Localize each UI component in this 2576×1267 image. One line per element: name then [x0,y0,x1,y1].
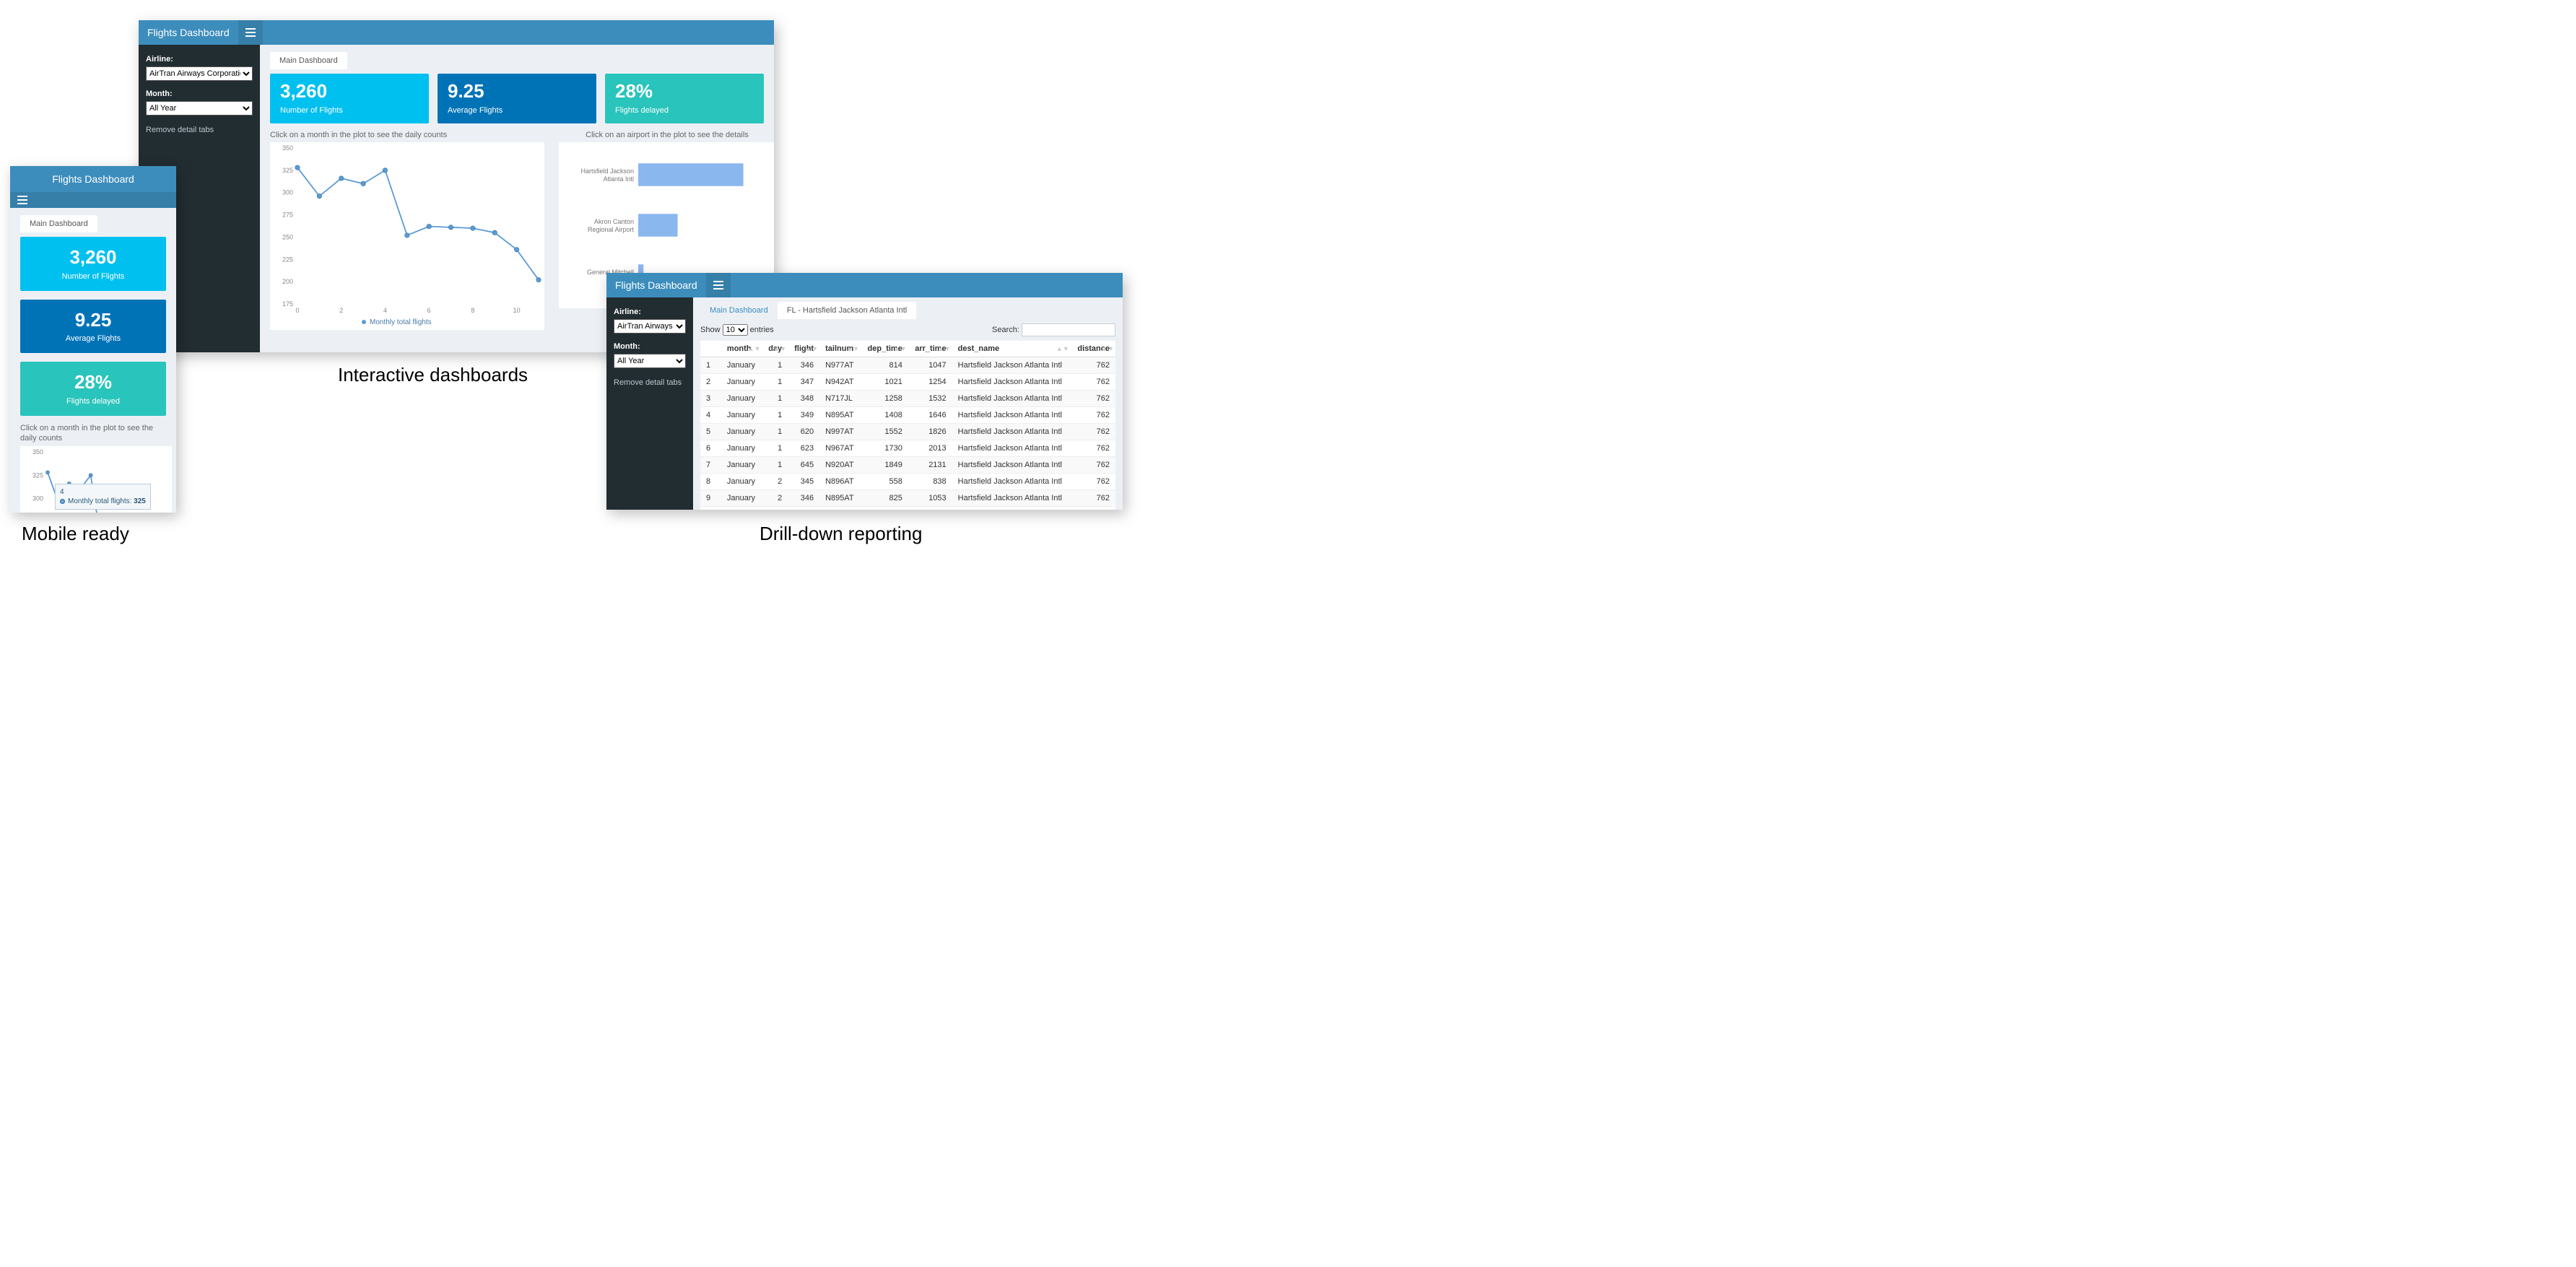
titlebar: Flights Dashboard [10,166,176,208]
table-row[interactable]: 4January1349N895AT14081646Hartsfield Jac… [700,407,1115,424]
monthly-line-chart[interactable]: 175 200 225 250 275 300 325 350 0 2 4 6 8 10 Monthly t… [270,142,544,330]
main-content: Main Dashboard FL - Hartsfield Jackson A… [693,297,1123,510]
table-row[interactable]: 7January1645N920AT18492131Hartsfield Jac… [700,457,1115,474]
monthly-chart-box: Click on a month in the plot to see the … [270,131,544,332]
monthly-chart-hint: Click on a month in the plot to see the … [20,423,166,444]
svg-text:0: 0 [295,307,299,314]
table-row[interactable]: 10January2347N997AT10201242Hartsfield Ja… [700,507,1115,510]
svg-text:275: 275 [282,211,293,218]
valuebox-average: 9.25 Average Flights [438,74,596,123]
month-label: Month: [146,90,253,98]
svg-text:Atlanta Intl: Atlanta Intl [603,175,634,183]
svg-text:225: 225 [282,256,293,263]
sidebar: Airline: AirTran Airways Corporation Mon… [606,297,693,510]
flights-value: 3,260 [280,81,419,102]
month-select[interactable]: All Year [146,101,253,116]
col-flight[interactable]: flight▲▼ [788,341,819,357]
main-content: Main Dashboard 3,260 Number of Flights 9… [10,208,176,513]
airline-select[interactable]: AirTran Airways Corporation [614,319,686,334]
svg-text:2: 2 [339,307,343,314]
month-label: Month: [614,342,686,351]
airline-label: Airline: [146,55,253,64]
svg-text:300: 300 [32,495,43,502]
table-row[interactable]: 6January1623N967AT17302013Hartsfield Jac… [700,440,1115,457]
svg-text:350: 350 [32,448,43,456]
tab-detail[interactable]: FL - Hartsfield Jackson Atlanta Intl [778,302,917,319]
valuebox-delayed: 28% Flights delayed [605,74,764,123]
delayed-value: 28% [615,81,754,102]
flights-label: Number of Flights [280,106,419,115]
svg-text:300: 300 [282,188,293,196]
svg-text:8: 8 [471,307,474,314]
mobile-dashboard-window: Flights Dashboard Main Dashboard 3,260 N… [10,166,176,513]
col-day[interactable]: day▲▼ [762,341,788,357]
svg-text:4: 4 [383,307,387,314]
airport-chart-hint: Click on an airport in the plot to see t… [559,131,774,139]
airline-label: Airline: [614,308,686,316]
flights-table: month▲▼day▲▼flight▲▼tailnum▲▼dep_time▲▼a… [700,341,1115,510]
svg-text:Hartsfield Jackson: Hartsfield Jackson [580,167,634,175]
col-dep_time[interactable]: dep_time▲▼ [861,341,908,357]
col-distance[interactable]: distance▲▼ [1071,341,1115,357]
titlebar: Flights Dashboard [606,273,1123,297]
tab-main-dashboard[interactable]: Main Dashboard [20,215,97,232]
valuebox-flights: 3,260 Number of Flights [20,237,166,291]
svg-text:250: 250 [282,233,293,240]
col-month[interactable]: month▲▼ [721,341,762,357]
search-input[interactable] [1022,323,1115,336]
airline-select[interactable]: AirTran Airways Corporation [146,66,253,81]
col-idx[interactable] [700,341,721,357]
hamburger-icon[interactable] [238,20,263,45]
series-dot-icon [60,499,65,504]
caption-drilldown: Drill-down reporting [760,523,922,545]
app-title: Flights Dashboard [45,166,142,192]
app-title: Flights Dashboard [139,27,238,38]
avg-label: Average Flights [448,106,586,115]
delayed-label: Flights delayed [615,106,754,115]
tab-main-dashboard[interactable]: Main Dashboard [270,52,347,69]
app-title: Flights Dashboard [606,279,706,291]
table-row[interactable]: 9January2346N895AT8251053Hartsfield Jack… [700,490,1115,507]
table-row[interactable]: 1January1346N977AT8141047Hartsfield Jack… [700,357,1115,374]
svg-text:350: 350 [282,144,293,152]
table-row[interactable]: 5January1620N997AT15521826Hartsfield Jac… [700,424,1115,440]
valuebox-delayed: 28% Flights delayed [20,362,166,416]
caption-mobile: Mobile ready [22,523,129,545]
svg-text:10: 10 [513,307,521,314]
show-entries: Show 10 entries [700,324,774,336]
monthly-chart-hint: Click on a month in the plot to see the … [270,131,544,139]
tab-main-dashboard[interactable]: Main Dashboard [700,302,778,319]
hamburger-icon[interactable] [706,273,731,297]
valuebox-average: 9.25 Average Flights [20,300,166,354]
caption-interactive: Interactive dashboards [338,364,528,386]
svg-text:Monthly total flights: Monthly total flights [370,318,432,326]
svg-text:Regional Airport: Regional Airport [588,226,635,233]
svg-text:6: 6 [427,307,431,314]
avg-value: 9.25 [448,81,586,102]
svg-text:325: 325 [282,166,293,173]
svg-text:Akron Canton: Akron Canton [594,218,634,225]
valuebox-flights: 3,260 Number of Flights [270,74,429,123]
table-row[interactable]: 3January1348N717JL12581532Hartsfield Jac… [700,391,1115,407]
page-size-select[interactable]: 10 [723,324,748,336]
table-row[interactable]: 2January1347N942AT10211254Hartsfield Jac… [700,374,1115,391]
titlebar: Flights Dashboard [139,20,774,45]
drilldown-window: Flights Dashboard Airline: AirTran Airwa… [606,273,1123,510]
hamburger-icon[interactable] [10,192,176,208]
search-box: Search: [992,323,1115,336]
remove-detail-tabs-link[interactable]: Remove detail tabs [614,378,686,387]
remove-detail-tabs-link[interactable]: Remove detail tabs [146,126,253,134]
chart-tooltip: 4 Monthly total flights: 325 [55,484,151,510]
svg-text:200: 200 [282,278,293,285]
col-arr_time[interactable]: arr_time▲▼ [908,341,952,357]
col-tailnum[interactable]: tailnum▲▼ [819,341,861,357]
month-select[interactable]: All Year [614,354,686,368]
svg-text:325: 325 [32,472,43,479]
col-dest_name[interactable]: dest_name▲▼ [952,341,1071,357]
svg-text:175: 175 [282,300,293,308]
table-row[interactable]: 8January2345N896AT558838Hartsfield Jacks… [700,474,1115,490]
